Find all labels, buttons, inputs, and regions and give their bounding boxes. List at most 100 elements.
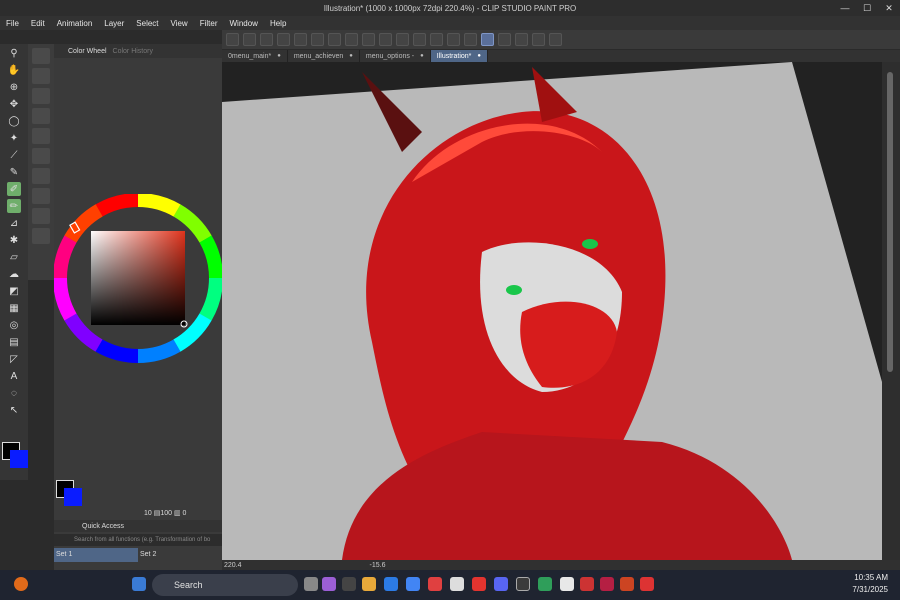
eraser-icon[interactable]: ▱: [7, 250, 21, 264]
balloon-icon[interactable]: ◌: [7, 386, 21, 400]
hand-icon[interactable]: ✋: [7, 63, 21, 77]
illustration-canvas[interactable]: [222, 62, 882, 560]
app-icon[interactable]: [580, 577, 594, 591]
file-explorer-icon[interactable]: [362, 577, 376, 591]
brush-icon[interactable]: ✏: [7, 199, 21, 213]
save-icon[interactable]: [311, 33, 324, 46]
taskbar-search[interactable]: Search: [152, 574, 298, 596]
fill-bucket-icon[interactable]: ◩: [7, 284, 21, 298]
subtool-icon-3[interactable]: [32, 88, 50, 104]
tab-menu-options[interactable]: menu_options - ●: [360, 50, 431, 62]
menu-filter[interactable]: Filter: [194, 19, 224, 28]
set-1-tab[interactable]: Set 1: [54, 548, 138, 562]
app-icon[interactable]: [640, 577, 654, 591]
start-icon[interactable]: [132, 577, 146, 591]
maximize-button[interactable]: ☐: [856, 0, 878, 16]
line-correction-icon[interactable]: [498, 33, 511, 46]
discord-icon[interactable]: [494, 577, 508, 591]
close-tab-icon[interactable]: ●: [277, 53, 281, 59]
chrome-icon[interactable]: [406, 577, 420, 591]
menu-edit[interactable]: Edit: [25, 19, 51, 28]
tab-menu-main[interactable]: 0menu_main* ●: [222, 50, 288, 62]
app-icon[interactable]: [600, 577, 614, 591]
close-tab-icon[interactable]: ●: [420, 53, 424, 59]
cloud-icon[interactable]: [328, 33, 341, 46]
lasso-icon[interactable]: ◯: [7, 114, 21, 128]
app-icon[interactable]: [472, 577, 486, 591]
decoration-icon[interactable]: ✱: [7, 233, 21, 247]
gradient-icon[interactable]: ▦: [7, 301, 21, 315]
move-icon[interactable]: ✥: [7, 97, 21, 111]
device-icon[interactable]: [532, 33, 545, 46]
subtool-icon-9[interactable]: [32, 208, 50, 224]
new-file-icon[interactable]: [243, 33, 256, 46]
figure-icon[interactable]: ◎: [7, 318, 21, 332]
pen-pressure-icon[interactable]: [515, 33, 528, 46]
app-icon[interactable]: [428, 577, 442, 591]
tab-color-history[interactable]: Color History: [113, 48, 153, 55]
subtool-icon-2[interactable]: [32, 68, 50, 84]
deselect-icon[interactable]: [464, 33, 477, 46]
panel-background-color[interactable]: [64, 488, 82, 506]
correct-line-icon[interactable]: ↖: [7, 403, 21, 417]
operation-icon[interactable]: ⊕: [7, 80, 21, 94]
tab-color-wheel[interactable]: Color Wheel: [68, 48, 107, 55]
copilot-icon[interactable]: [322, 577, 336, 591]
transform-icon[interactable]: [430, 33, 443, 46]
scrollbar-thumb[interactable]: [887, 72, 893, 372]
app-icon[interactable]: [342, 577, 356, 591]
subtool-icon-7[interactable]: [32, 168, 50, 184]
menu-animation[interactable]: Animation: [51, 19, 99, 28]
tab-illustration[interactable]: Illustration* ●: [430, 50, 489, 62]
app-icon[interactable]: [450, 577, 464, 591]
vertical-scrollbar[interactable]: [882, 62, 900, 560]
magic-wand-icon[interactable]: ✦: [7, 131, 21, 145]
weather-icon[interactable]: [14, 577, 28, 591]
ruler-icon[interactable]: ◸: [7, 352, 21, 366]
pencil-icon[interactable]: ✐: [7, 182, 21, 196]
menu-view[interactable]: View: [165, 19, 194, 28]
set-2-tab[interactable]: Set 2: [138, 548, 222, 562]
loading-icon[interactable]: [379, 33, 392, 46]
gallery-icon[interactable]: [260, 33, 273, 46]
menu-window[interactable]: Window: [224, 19, 264, 28]
eyedropper-icon[interactable]: ⟋: [7, 148, 21, 162]
close-tab-icon[interactable]: ●: [349, 53, 353, 59]
quick-access-search[interactable]: Search from all functions (e.g. Transfor…: [54, 534, 222, 546]
close-tab-icon[interactable]: ●: [477, 53, 481, 59]
rotation-value[interactable]: -15.6: [370, 562, 386, 569]
grid-icon[interactable]: [447, 33, 460, 46]
help-icon[interactable]: [549, 33, 562, 46]
airbrush-icon[interactable]: ⊿: [7, 216, 21, 230]
text-icon[interactable]: A: [7, 369, 21, 383]
app-icon[interactable]: [560, 577, 574, 591]
undo-icon[interactable]: [345, 33, 358, 46]
zoom-value[interactable]: 220.4: [224, 562, 242, 569]
frame-icon[interactable]: ▤: [7, 335, 21, 349]
redo-icon[interactable]: [362, 33, 375, 46]
open-folder-icon[interactable]: [294, 33, 307, 46]
subtool-icon-1[interactable]: [32, 48, 50, 64]
subtool-icon-4[interactable]: [32, 108, 50, 124]
app-icon[interactable]: [538, 577, 552, 591]
subtool-icon-8[interactable]: [32, 188, 50, 204]
new-document-icon[interactable]: [277, 33, 290, 46]
menu-help[interactable]: Help: [264, 19, 292, 28]
task-view-icon[interactable]: [304, 577, 318, 591]
toolbox-background-color[interactable]: [10, 450, 28, 468]
fill-icon[interactable]: [413, 33, 426, 46]
color-wheel[interactable]: [54, 194, 222, 394]
zoom-icon[interactable]: ⚲: [7, 46, 21, 60]
menu-layer[interactable]: Layer: [98, 19, 130, 28]
pen-icon[interactable]: ✎: [7, 165, 21, 179]
stabilizer-icon[interactable]: [481, 33, 494, 46]
tab-menu-achievements[interactable]: menu_achieven ●: [288, 50, 360, 62]
menu-select[interactable]: Select: [130, 19, 164, 28]
edge-icon[interactable]: [384, 577, 398, 591]
crop-icon[interactable]: [396, 33, 409, 46]
blend-icon[interactable]: ☁: [7, 267, 21, 281]
subtool-icon-6[interactable]: [32, 148, 50, 164]
menu-file[interactable]: File: [0, 19, 25, 28]
menu-icon[interactable]: [226, 33, 239, 46]
clip-studio-icon[interactable]: [516, 577, 530, 591]
